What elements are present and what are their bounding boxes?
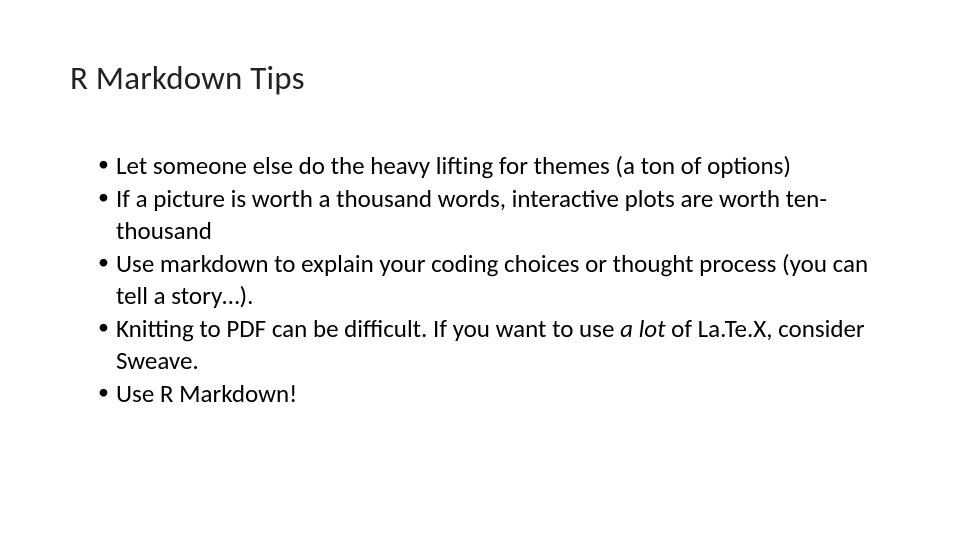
text-segment: Knitting to PDF can be difficult. If you… — [116, 313, 620, 344]
list-item: Use R Markdown! — [98, 378, 890, 410]
list-item: Let someone else do the heavy lifting fo… — [98, 150, 890, 182]
bullet-list: Let someone else do the heavy lifting fo… — [70, 150, 890, 410]
italic-text: a lot — [620, 313, 671, 344]
slide-title: R Markdown Tips — [70, 58, 890, 98]
list-item: If a picture is worth a thousand words, … — [98, 183, 890, 247]
list-item: Use markdown to explain your coding choi… — [98, 248, 890, 312]
list-item: Knitting to PDF can be difficult. If you… — [98, 313, 890, 377]
